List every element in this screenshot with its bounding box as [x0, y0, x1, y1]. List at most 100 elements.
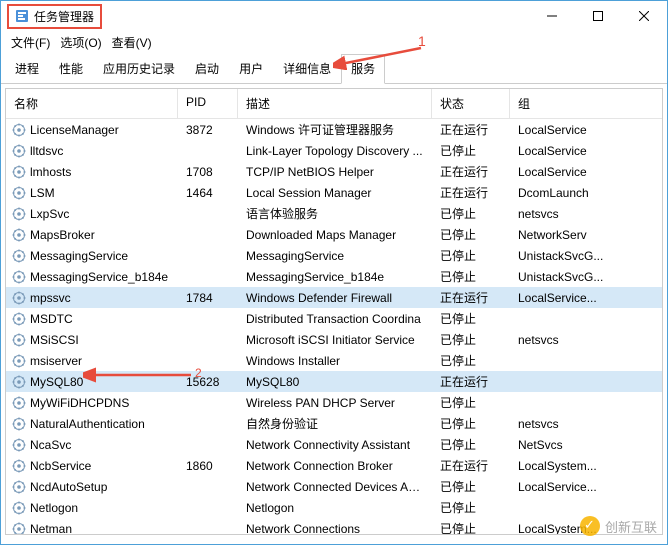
table-header: 名称 PID 描述 状态 组	[6, 89, 662, 119]
table-row[interactable]: MessagingServiceMessagingService已停止Unist…	[6, 245, 662, 266]
gear-icon	[12, 396, 26, 410]
cell-group: NetSvcs	[510, 438, 662, 452]
cell-status: 正在运行	[432, 373, 510, 390]
maximize-button[interactable]	[575, 1, 621, 31]
cell-name: MySQL80	[6, 375, 178, 389]
cell-status: 已停止	[432, 310, 510, 327]
cell-name: MSiSCSI	[6, 333, 178, 347]
tab-3[interactable]: 启动	[185, 54, 229, 83]
cell-name: Netlogon	[6, 501, 178, 515]
cell-status: 已停止	[432, 205, 510, 222]
close-button[interactable]	[621, 1, 667, 31]
cell-group: LocalService	[510, 123, 662, 137]
table-row[interactable]: lltdsvcLink-Layer Topology Discovery ...…	[6, 140, 662, 161]
table-body: LicenseManager3872Windows 许可证管理器服务正在运行Lo…	[6, 119, 662, 535]
cell-status: 已停止	[432, 226, 510, 243]
cell-status: 正在运行	[432, 184, 510, 201]
cell-status: 正在运行	[432, 289, 510, 306]
table-row[interactable]: NetmanNetwork Connections已停止LocalSystem.…	[6, 518, 662, 535]
table-row[interactable]: lmhosts1708TCP/IP NetBIOS Helper正在运行Loca…	[6, 161, 662, 182]
cell-desc: Netlogon	[238, 501, 432, 515]
table-row[interactable]: NetlogonNetlogon已停止	[6, 497, 662, 518]
table-row[interactable]: MSiSCSIMicrosoft iSCSI Initiator Service…	[6, 329, 662, 350]
window-title: 任务管理器	[34, 8, 94, 25]
app-icon	[15, 9, 29, 23]
gear-icon	[12, 291, 26, 305]
cell-name: LSM	[6, 186, 178, 200]
cell-status: 已停止	[432, 331, 510, 348]
table-row[interactable]: LxpSvc语言体验服务已停止netsvcs	[6, 203, 662, 224]
gear-icon	[12, 249, 26, 263]
cell-desc: 自然身份验证	[238, 415, 432, 432]
cell-name: NaturalAuthentication	[6, 417, 178, 431]
header-group[interactable]: 组	[510, 89, 662, 118]
cell-pid: 3872	[178, 123, 238, 137]
cell-desc: Distributed Transaction Coordina	[238, 312, 432, 326]
header-status[interactable]: 状态	[432, 89, 510, 118]
tab-5[interactable]: 详细信息	[273, 54, 341, 83]
cell-status: 已停止	[432, 499, 510, 516]
table-row[interactable]: NcbService1860Network Connection Broker正…	[6, 455, 662, 476]
table-row[interactable]: MSDTCDistributed Transaction Coordina已停止	[6, 308, 662, 329]
table-row[interactable]: msiserver Windows Installer已停止	[6, 350, 662, 371]
table-row[interactable]: MessagingService_b184e MessagingService_b…	[6, 266, 662, 287]
tab-6[interactable]: 服务	[341, 54, 385, 84]
tab-2[interactable]: 应用历史记录	[93, 54, 185, 83]
gear-icon	[12, 501, 26, 515]
cell-status: 已停止	[432, 352, 510, 369]
table-row[interactable]: MapsBrokerDownloaded Maps Manager已停止Netw…	[6, 224, 662, 245]
cell-name: mpssvc	[6, 291, 178, 305]
tab-0[interactable]: 进程	[5, 54, 49, 83]
cell-name: LicenseManager	[6, 123, 178, 137]
gear-icon	[12, 417, 26, 431]
cell-desc: MessagingService_b184e	[238, 270, 432, 284]
cell-group: netsvcs	[510, 333, 662, 347]
table-row[interactable]: NcdAutoSetupNetwork Connected Devices Au…	[6, 476, 662, 497]
cell-status: 已停止	[432, 415, 510, 432]
table-row[interactable]: mpssvc1784Windows Defender Firewall正在运行L…	[6, 287, 662, 308]
cell-pid: 1708	[178, 165, 238, 179]
gear-icon	[12, 480, 26, 494]
gear-icon	[12, 312, 26, 326]
cell-pid: 1860	[178, 459, 238, 473]
header-name[interactable]: 名称	[6, 89, 178, 118]
menu-options[interactable]: 选项(O)	[60, 34, 101, 51]
menu-file[interactable]: 文件(F)	[11, 34, 50, 51]
cell-name: MapsBroker	[6, 228, 178, 242]
menu-view[interactable]: 查看(V)	[112, 34, 152, 51]
cell-name: NcbService	[6, 459, 178, 473]
tab-1[interactable]: 性能	[49, 54, 93, 83]
cell-status: 已停止	[432, 268, 510, 285]
cell-group: DcomLaunch	[510, 186, 662, 200]
table-row[interactable]: MySQL8015628MySQL80正在运行	[6, 371, 662, 392]
tabs: 进程性能应用历史记录启动用户详细信息服务	[1, 54, 667, 84]
cell-group: LocalService	[510, 144, 662, 158]
tab-4[interactable]: 用户	[229, 54, 273, 83]
cell-status: 正在运行	[432, 121, 510, 138]
cell-group: UnistackSvcG...	[510, 249, 662, 263]
cell-status: 已停止	[432, 142, 510, 159]
table-row[interactable]: NcaSvcNetwork Connectivity Assistant已停止N…	[6, 434, 662, 455]
window-controls	[529, 1, 667, 31]
table-row[interactable]: LicenseManager3872Windows 许可证管理器服务正在运行Lo…	[6, 119, 662, 140]
window-title-box: 任务管理器	[7, 4, 102, 29]
annotation-label-2: 2	[195, 366, 202, 380]
cell-name: MessagingService_b184e	[6, 270, 178, 284]
table-row[interactable]: MyWiFiDHCPDNSWireless PAN DHCP Server已停止	[6, 392, 662, 413]
minimize-button[interactable]	[529, 1, 575, 31]
cell-desc: 语言体验服务	[238, 205, 432, 222]
gear-icon	[12, 375, 26, 389]
cell-name: Netman	[6, 522, 178, 536]
cell-status: 已停止	[432, 436, 510, 453]
cell-group: LocalService...	[510, 291, 662, 305]
table-row[interactable]: LSM1464Local Session Manager正在运行DcomLaun…	[6, 182, 662, 203]
cell-desc: MySQL80	[238, 375, 432, 389]
cell-desc: Network Connected Devices Aut...	[238, 480, 432, 494]
cell-desc: Windows Installer	[238, 354, 432, 368]
table-row[interactable]: NaturalAuthentication自然身份验证已停止netsvcs	[6, 413, 662, 434]
header-pid[interactable]: PID	[178, 89, 238, 118]
cell-desc: Network Connections	[238, 522, 432, 536]
cell-pid: 1784	[178, 291, 238, 305]
cell-name: msiserver	[6, 354, 178, 368]
header-desc[interactable]: 描述	[238, 89, 432, 118]
